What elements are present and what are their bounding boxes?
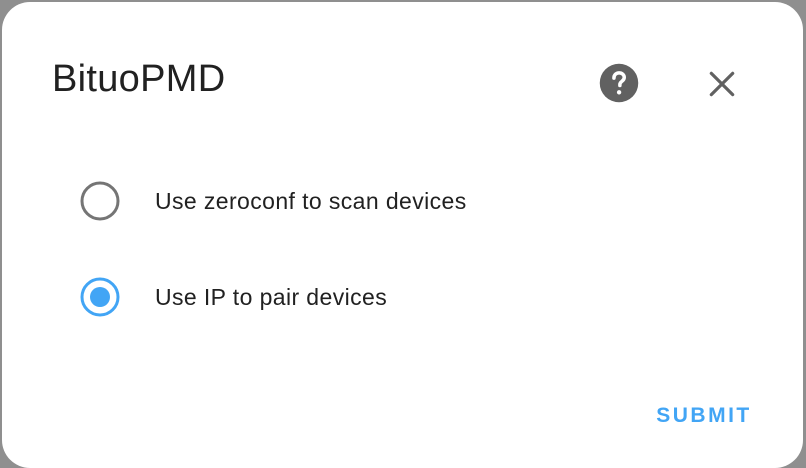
close-button[interactable] <box>700 62 744 106</box>
dialog-title: BituoPMD <box>52 58 226 100</box>
help-button[interactable] <box>598 62 640 104</box>
close-icon <box>709 71 735 97</box>
submit-button[interactable]: SUBMIT <box>642 394 766 438</box>
radio-checked-icon <box>80 277 120 317</box>
radio-button-unselected[interactable] <box>78 179 122 223</box>
radio-option-label: Use zeroconf to scan devices <box>155 187 467 214</box>
radio-button-selected[interactable] <box>78 275 122 319</box>
radio-unchecked-icon <box>80 181 120 221</box>
radio-option-label: Use IP to pair devices <box>155 283 388 310</box>
radio-option-ip[interactable]: Use IP to pair devices <box>78 275 387 319</box>
radio-option-zeroconf[interactable]: Use zeroconf to scan devices <box>78 179 467 223</box>
help-circle-icon <box>599 63 639 103</box>
config-dialog: BituoPMD Use zeroconf to scan devices Us… <box>2 2 803 468</box>
